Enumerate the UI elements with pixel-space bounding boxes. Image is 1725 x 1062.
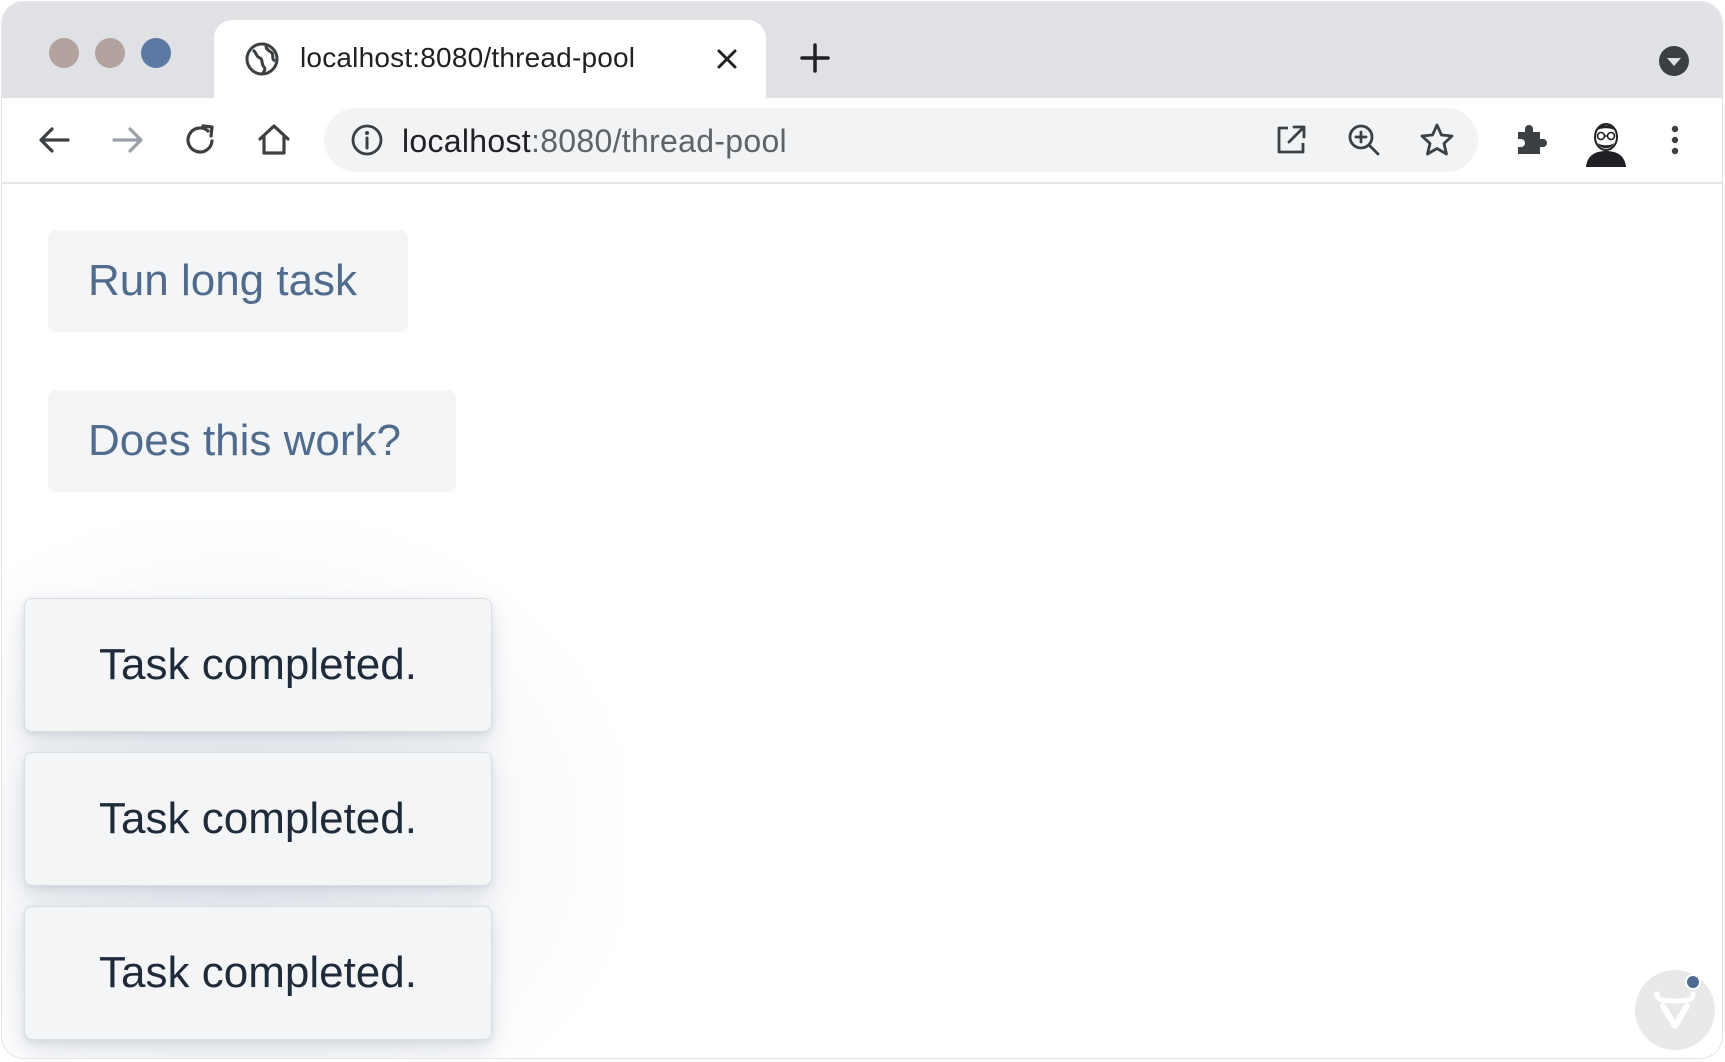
- home-icon[interactable]: [254, 120, 294, 160]
- url-path: :8080/thread-pool: [531, 123, 787, 159]
- maximize-window-button[interactable]: [141, 38, 171, 68]
- new-tab-icon[interactable]: [799, 42, 831, 74]
- address-bar-url[interactable]: localhost:8080/thread-pool: [402, 123, 787, 160]
- page-content: Run long task Does this work? Task compl…: [2, 184, 1722, 1058]
- notification-card: Task completed.: [24, 752, 492, 886]
- close-window-button[interactable]: [49, 38, 79, 68]
- tab-strip: localhost:8080/thread-pool: [2, 2, 1722, 98]
- minimize-window-button[interactable]: [95, 38, 125, 68]
- bookmark-star-icon[interactable]: [1418, 121, 1456, 159]
- open-in-new-window-icon[interactable]: [1272, 121, 1310, 159]
- vaadin-dev-tools-button[interactable]: [1635, 970, 1715, 1050]
- close-tab-icon[interactable]: [714, 46, 740, 72]
- browser-toolbar: localhost:8080/thread-pool: [2, 98, 1722, 184]
- tab-title: localhost:8080/thread-pool: [300, 42, 636, 73]
- notification-card: Task completed.: [24, 906, 492, 1040]
- address-bar[interactable]: localhost:8080/thread-pool: [324, 108, 1478, 172]
- vaadin-logo-icon: [1654, 991, 1696, 1029]
- more-menu-icon[interactable]: [1655, 120, 1695, 160]
- dev-tools-status-dot: [1685, 974, 1701, 990]
- zoom-icon[interactable]: [1345, 121, 1383, 159]
- extensions-puzzle-icon[interactable]: [1510, 120, 1550, 160]
- reload-icon[interactable]: [181, 120, 221, 160]
- forward-arrow-icon[interactable]: [108, 120, 148, 160]
- run-long-task-button[interactable]: Run long task: [48, 230, 408, 332]
- tab-search-icon[interactable]: [1657, 44, 1691, 78]
- site-info-icon[interactable]: [350, 123, 384, 157]
- does-this-work-button[interactable]: Does this work?: [48, 390, 456, 492]
- back-arrow-icon[interactable]: [34, 120, 74, 160]
- browser-tab-active[interactable]: localhost:8080/thread-pool: [214, 20, 766, 98]
- profile-avatar-icon[interactable]: [1582, 115, 1630, 167]
- notification-card: Task completed.: [24, 598, 492, 732]
- url-host: localhost: [402, 123, 531, 159]
- browser-window: localhost:8080/thread-pool localhost:808…: [2, 2, 1722, 1058]
- globe-icon: [245, 42, 279, 76]
